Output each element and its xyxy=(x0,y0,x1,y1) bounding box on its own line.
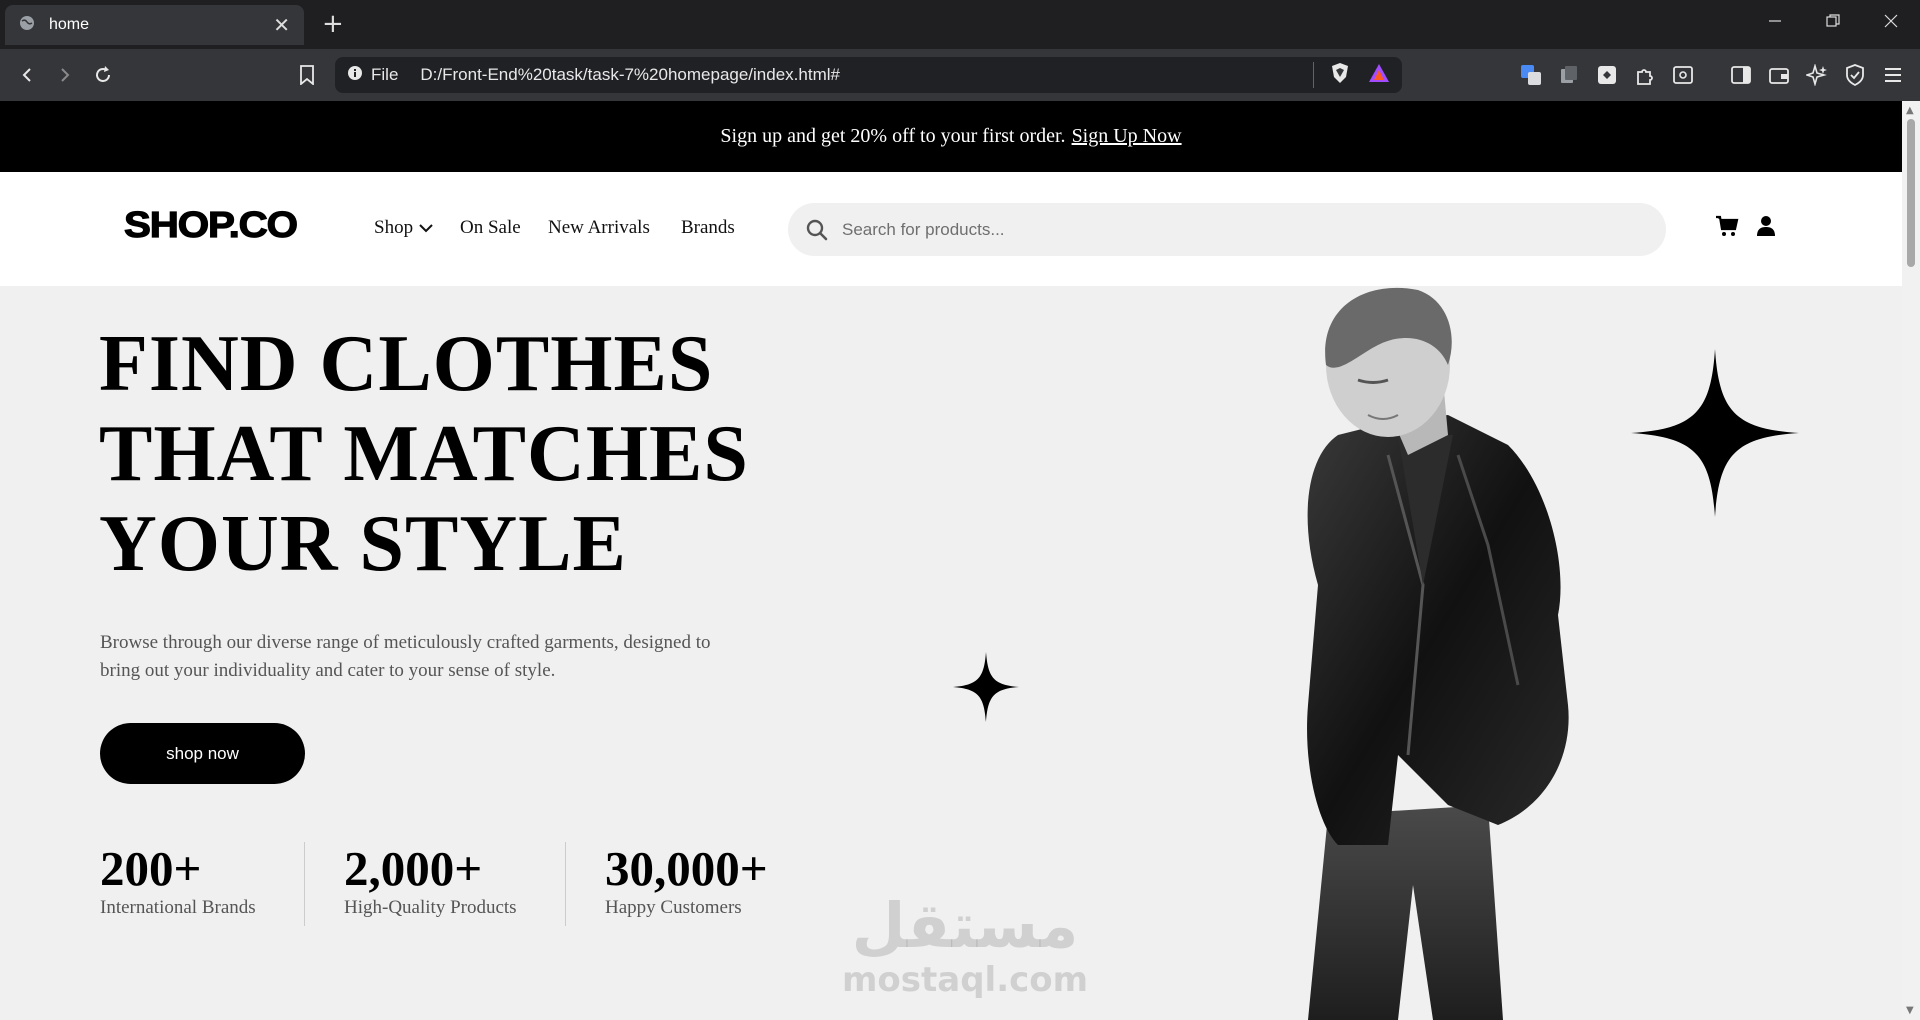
hero-model-image xyxy=(1248,285,1608,1020)
stat-label: International Brands xyxy=(100,897,256,918)
menu-icon[interactable] xyxy=(1880,62,1906,88)
nav-new-arrivals[interactable]: New Arrivals xyxy=(548,217,650,239)
globe-icon xyxy=(19,15,35,36)
chevron-down-icon xyxy=(419,223,433,233)
puzzle-icon[interactable] xyxy=(1594,62,1620,88)
translate-icon[interactable] xyxy=(1518,62,1544,88)
search-input[interactable] xyxy=(842,219,1622,240)
back-icon[interactable] xyxy=(12,60,42,90)
bookmark-icon[interactable] xyxy=(292,60,322,90)
forward-icon[interactable] xyxy=(50,60,80,90)
stat-value: 200+ xyxy=(100,841,202,896)
promo-text: Sign up and get 20% off to your first or… xyxy=(720,125,1066,147)
stat-label: High-Quality Products xyxy=(344,897,517,918)
extension-icon[interactable] xyxy=(1556,62,1582,88)
promo-banner: Sign up and get 20% off to your first or… xyxy=(0,101,1902,172)
nav-brands[interactable]: Brands xyxy=(681,217,735,239)
browser-tab[interactable]: home ✕ xyxy=(5,5,304,45)
scroll-thumb[interactable] xyxy=(1907,119,1915,267)
search-bar[interactable] xyxy=(788,203,1666,256)
site-logo[interactable]: SHOP.CO xyxy=(123,203,298,246)
brave-rewards-icon[interactable] xyxy=(1368,63,1390,88)
nav-shop[interactable]: Shop xyxy=(374,217,433,239)
hero-title: FIND CLOTHES THAT MATCHES YOUR STYLE xyxy=(99,319,749,589)
minimize-icon[interactable] xyxy=(1768,12,1782,33)
url-text[interactable]: D:/Front-End%20task/task-7%20homepage/in… xyxy=(420,65,1313,85)
stat-divider xyxy=(304,842,305,926)
webpage: Sign up and get 20% off to your first or… xyxy=(0,101,1902,1020)
info-icon[interactable] xyxy=(347,65,363,86)
stat-label: Happy Customers xyxy=(605,897,742,918)
hero-title-line: FIND CLOTHES xyxy=(99,320,714,408)
stat-divider xyxy=(565,842,566,926)
cart-icon[interactable] xyxy=(1715,215,1739,242)
reader-icon[interactable] xyxy=(1670,62,1696,88)
hero-title-line: YOUR STYLE xyxy=(99,500,627,588)
new-tab-button[interactable]: + xyxy=(322,10,344,38)
hero-description-line: Browse through our diverse range of meti… xyxy=(100,632,711,653)
tab-title: home xyxy=(49,16,90,33)
scroll-up-icon[interactable]: ▲ xyxy=(1906,105,1914,116)
wallet-icon[interactable] xyxy=(1766,62,1792,88)
watermark-latin: mostaql.com xyxy=(842,960,1089,1000)
search-icon xyxy=(806,219,828,241)
watermark: مستقل mostaql.com xyxy=(842,889,1089,1000)
user-icon[interactable] xyxy=(1756,215,1776,242)
reload-icon[interactable] xyxy=(88,60,118,90)
site-header: SHOP.CO Shop On Sale New Arrivals Brands xyxy=(0,172,1902,286)
scroll-down-icon[interactable]: ▼ xyxy=(1906,1005,1914,1016)
close-window-icon[interactable] xyxy=(1884,12,1898,33)
nav-on-sale[interactable]: On Sale xyxy=(460,217,521,239)
hero-description: Browse through our diverse range of meti… xyxy=(100,629,760,685)
restore-icon[interactable] xyxy=(1826,12,1840,33)
shop-now-button[interactable]: shop now xyxy=(100,723,305,784)
sidebar-icon[interactable] xyxy=(1728,62,1754,88)
stat-customers: 30,000+ Happy Customers xyxy=(605,843,768,919)
hero-description-line: bring out your individuality and cater t… xyxy=(100,660,556,681)
watermark-arabic: مستقل xyxy=(851,889,1079,962)
sign-up-link[interactable]: Sign Up Now xyxy=(1072,125,1182,148)
vpn-icon[interactable] xyxy=(1842,62,1868,88)
stat-products: 2,000+ High-Quality Products xyxy=(344,843,517,919)
hero-title-line: THAT MATCHES xyxy=(99,410,749,498)
extensions-menu-icon[interactable] xyxy=(1632,62,1658,88)
address-bar[interactable]: File D:/Front-End%20task/task-7%20homepa… xyxy=(335,57,1402,93)
browser-toolbar: File D:/Front-End%20task/task-7%20homepa… xyxy=(0,49,1920,101)
nav-shop-label: Shop xyxy=(374,217,414,238)
address-divider xyxy=(1313,62,1314,88)
tab-close-icon[interactable]: ✕ xyxy=(273,13,290,37)
file-label: File xyxy=(371,65,399,84)
page-scrollbar[interactable]: ▲ ▼ xyxy=(1902,101,1920,1020)
browser-tabbar: home ✕ + xyxy=(0,0,1920,49)
stat-brands: 200+ International Brands xyxy=(100,843,256,919)
sparkle-icon xyxy=(1631,349,1799,522)
brave-shield-icon[interactable] xyxy=(1330,62,1350,89)
leo-icon[interactable] xyxy=(1804,62,1830,88)
sparkle-icon xyxy=(953,652,1019,727)
stat-value: 2,000+ xyxy=(344,841,483,896)
stat-value: 30,000+ xyxy=(605,841,768,896)
